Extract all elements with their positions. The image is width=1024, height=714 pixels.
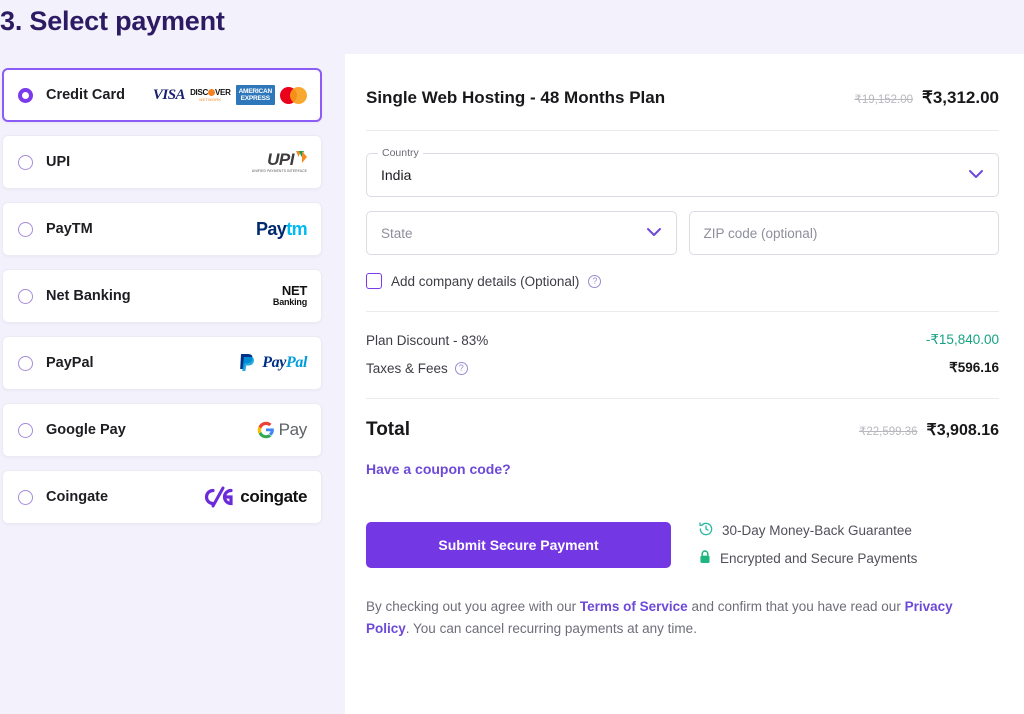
order-summary-panel: Single Web Hosting - 48 Months Plan ₹19,… bbox=[345, 54, 1024, 714]
chevron-down-icon bbox=[968, 166, 984, 184]
zip-code-input[interactable]: ZIP code (optional) bbox=[688, 211, 999, 255]
paypal-mark-icon bbox=[240, 354, 255, 371]
payment-method-label: Google Pay bbox=[46, 422, 126, 438]
total-label: Total bbox=[366, 419, 410, 440]
googlepay-logo: Pay bbox=[257, 417, 307, 443]
state-select[interactable]: State bbox=[366, 211, 677, 255]
plan-prices: ₹19,152.00 ₹3,312.00 bbox=[855, 88, 999, 108]
payment-method-upi[interactable]: UPI UPI UNIFIED PAYMENTS INTERFACE bbox=[2, 135, 322, 189]
coingate-logo: coingate bbox=[201, 484, 307, 510]
payment-method-paytm[interactable]: PayTM Paytm bbox=[2, 202, 322, 256]
legal-part-2: and confirm that you have read our bbox=[687, 599, 905, 614]
divider bbox=[366, 398, 999, 399]
taxes-value: ₹596.16 bbox=[949, 360, 999, 375]
payment-method-paypal[interactable]: PayPal PayPal bbox=[2, 336, 322, 390]
plan-price-current: ₹3,312.00 bbox=[922, 88, 999, 107]
discover-icon: DISC VER NETWORK bbox=[190, 87, 231, 102]
payment-method-label: Net Banking bbox=[46, 288, 131, 304]
country-label: Country bbox=[378, 147, 423, 159]
upi-logo: UPI UNIFIED PAYMENTS INTERFACE bbox=[251, 150, 307, 174]
legal-text: By checking out you agree with our Terms… bbox=[366, 596, 966, 641]
country-value: India bbox=[381, 167, 412, 183]
mastercard-icon bbox=[280, 86, 307, 104]
payment-method-label: UPI bbox=[46, 154, 71, 170]
encrypted-label: Encrypted and Secure Payments bbox=[720, 551, 918, 566]
payment-method-label: PayTM bbox=[46, 221, 93, 237]
money-back-label: 30-Day Money-Back Guarantee bbox=[722, 523, 912, 538]
upi-arrow-icon bbox=[296, 151, 307, 164]
radio-coingate[interactable] bbox=[18, 489, 33, 505]
total-price-current: ₹3,908.16 bbox=[926, 422, 999, 439]
cta-area: Submit Secure Payment 30-Day Money-Back … bbox=[366, 521, 999, 568]
netbanking-logo: NET Banking bbox=[272, 283, 307, 308]
coingate-mark-icon bbox=[205, 486, 233, 508]
lock-icon bbox=[698, 549, 712, 568]
payment-method-coingate[interactable]: Coingate coingate bbox=[2, 470, 322, 524]
radio-google-pay[interactable] bbox=[18, 422, 33, 438]
payment-method-net-banking[interactable]: Net Banking NET Banking bbox=[2, 269, 322, 323]
radio-paypal[interactable] bbox=[18, 355, 33, 371]
help-icon[interactable]: ? bbox=[454, 361, 468, 375]
payment-method-label: PayPal bbox=[46, 355, 94, 371]
payment-method-credit-card[interactable]: Credit Card VISA DISC VER NETWORK AMERICA… bbox=[2, 68, 322, 122]
discount-row: Plan Discount - 83% -₹15,840.00 bbox=[366, 332, 999, 348]
chevron-down-icon bbox=[646, 224, 662, 242]
company-details-checkbox[interactable] bbox=[366, 273, 382, 289]
encrypted-badge: Encrypted and Secure Payments bbox=[698, 549, 917, 568]
credit-card-brand-logos: VISA DISC VER NETWORK AMERICAN EXPRESS bbox=[153, 82, 307, 108]
amex-icon: AMERICAN EXPRESS bbox=[235, 84, 275, 106]
plan-row: Single Web Hosting - 48 Months Plan ₹19,… bbox=[366, 88, 999, 108]
legal-part-3: . You can cancel recurring payments at a… bbox=[405, 621, 697, 637]
total-row: Total ₹22,599.36 ₹3,908.16 bbox=[366, 419, 999, 441]
payment-method-google-pay[interactable]: Google Pay Pay bbox=[2, 403, 322, 457]
zip-placeholder: ZIP code (optional) bbox=[703, 225, 818, 241]
company-details-label: Add company details (Optional) bbox=[391, 273, 580, 289]
paypal-logo: PayPal bbox=[237, 350, 307, 376]
terms-of-service-link[interactable]: Terms of Service bbox=[580, 599, 688, 614]
divider bbox=[366, 130, 999, 131]
radio-credit-card[interactable] bbox=[18, 87, 33, 103]
money-back-badge: 30-Day Money-Back Guarantee bbox=[698, 521, 917, 540]
state-placeholder: State bbox=[381, 225, 413, 241]
radio-upi[interactable] bbox=[18, 154, 33, 170]
page-title: 3. Select payment bbox=[0, 6, 225, 36]
total-price-original: ₹22,599.36 bbox=[859, 426, 918, 438]
radio-paytm[interactable] bbox=[18, 221, 33, 237]
discount-value: -₹15,840.00 bbox=[925, 332, 999, 347]
payment-method-label: Credit Card bbox=[46, 87, 125, 103]
google-g-icon bbox=[257, 421, 274, 439]
divider bbox=[366, 311, 999, 312]
help-icon[interactable]: ? bbox=[588, 274, 602, 288]
add-company-details-row[interactable]: Add company details (Optional) ? bbox=[366, 273, 999, 289]
billing-fields: Country India State ZIP code (optional) … bbox=[366, 147, 999, 289]
checkout-page: 3. Select payment Credit Card VISA DISC V… bbox=[0, 0, 1024, 714]
payment-method-list: Credit Card VISA DISC VER NETWORK AMERICA… bbox=[2, 68, 322, 537]
money-back-clock-icon bbox=[698, 521, 714, 540]
coupon-code-link[interactable]: Have a coupon code? bbox=[366, 461, 511, 477]
trust-badges: 30-Day Money-Back Guarantee Encrypted an… bbox=[698, 521, 917, 568]
legal-part-1: By checking out you agree with our bbox=[366, 599, 580, 614]
submit-secure-payment-button[interactable]: Submit Secure Payment bbox=[366, 521, 671, 568]
radio-net-banking[interactable] bbox=[18, 288, 33, 304]
plan-name: Single Web Hosting - 48 Months Plan bbox=[366, 88, 666, 107]
taxes-label: Taxes & Fees bbox=[366, 360, 448, 376]
payment-method-label: Coingate bbox=[46, 489, 109, 505]
total-prices: ₹22,599.36 ₹3,908.16 bbox=[859, 420, 999, 440]
price-breakdown: Plan Discount - 83% -₹15,840.00 Taxes & … bbox=[366, 332, 999, 376]
plan-price-original: ₹19,152.00 bbox=[854, 94, 913, 106]
country-select[interactable]: Country India bbox=[366, 147, 999, 197]
paytm-logo: Paytm bbox=[255, 218, 308, 239]
discount-label: Plan Discount - 83% bbox=[366, 332, 489, 348]
visa-icon: VISA bbox=[152, 86, 186, 103]
taxes-row: Taxes & Fees ? ₹596.16 bbox=[366, 360, 999, 376]
